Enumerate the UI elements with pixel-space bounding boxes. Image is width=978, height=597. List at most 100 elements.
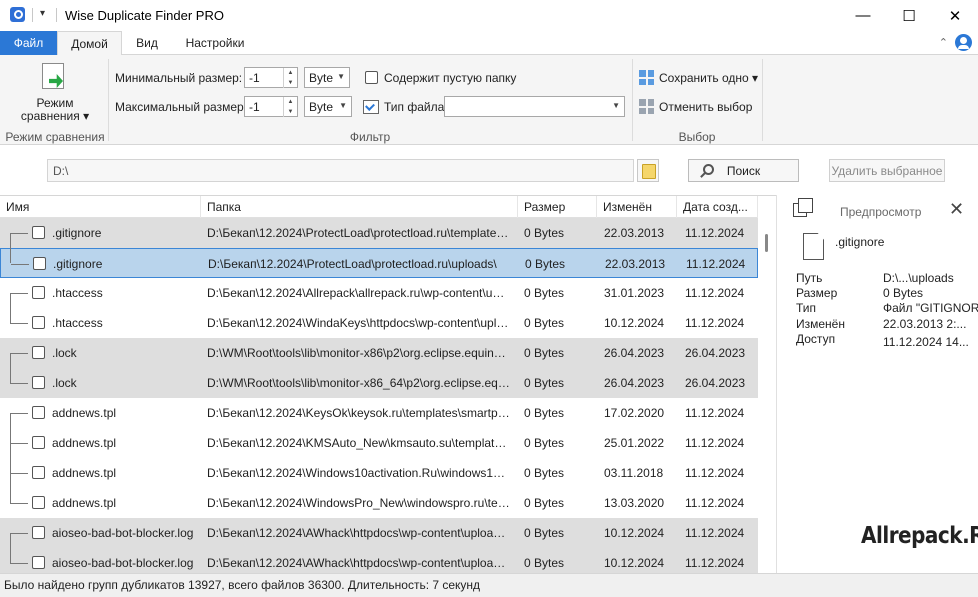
spin-down-icon[interactable]: ▼ — [283, 107, 297, 117]
column-header-created[interactable]: Дата созд... — [677, 196, 758, 218]
copy-icon[interactable] — [793, 198, 813, 217]
cell-size: 0 Bytes — [524, 526, 565, 540]
app-icon[interactable] — [10, 7, 25, 22]
tree-connector — [10, 413, 28, 414]
group-separator — [632, 59, 633, 141]
preview-value-path: D:\...\uploads — [883, 271, 954, 285]
scrollbar-thumb[interactable] — [765, 234, 768, 252]
compare-mode-icon[interactable] — [42, 63, 64, 89]
table-row[interactable]: .htaccess D:\Бекап\12.2024\WindaKeys\http… — [0, 308, 758, 338]
min-size-stepper[interactable]: -1 ▲ ▼ — [244, 67, 298, 88]
browse-folder-icon[interactable] — [637, 159, 659, 182]
cell-modified: 10.12.2024 — [604, 526, 665, 540]
tab-home[interactable]: Домой — [57, 31, 122, 56]
table-row[interactable]: aioseo-bad-bot-blocker.log D:\Бекап\12.20… — [0, 548, 758, 574]
row-checkbox[interactable] — [32, 226, 45, 239]
cell-size: 0 Bytes — [525, 257, 566, 271]
cell-modified: 17.02.2020 — [604, 406, 665, 420]
user-account-icon[interactable] — [955, 34, 972, 51]
spin-up-icon[interactable]: ▲ — [283, 68, 297, 78]
preview-close-icon[interactable]: ✕ — [949, 199, 964, 220]
deselect-button[interactable]: Отменить выбор — [639, 99, 752, 114]
deselect-icon — [639, 99, 654, 114]
table-row[interactable]: aioseo-bad-bot-blocker.log D:\Бекап\12.20… — [0, 518, 758, 548]
compare-mode-button[interactable]: Режим сравнения ▾ — [15, 97, 95, 123]
table-row[interactable]: .gitignore D:\Бекап\12.2024\ProtectLoad\p… — [0, 218, 758, 248]
max-size-stepper[interactable]: -1 ▲ ▼ — [244, 96, 298, 117]
table-row[interactable]: addnews.tpl D:\Бекап\12.2024\KMSAuto_New\… — [0, 428, 758, 458]
delete-selected-button[interactable]: Удалить выбранное — [829, 159, 945, 182]
search-icon — [703, 164, 714, 175]
tree-connector — [10, 503, 28, 504]
cell-folder: D:\Бекап\12.2024\WindowsPro_New\windowsp… — [207, 496, 510, 510]
vertical-scrollbar[interactable] — [758, 218, 776, 574]
table-row[interactable]: addnews.tpl D:\Бекап\12.2024\KeysOk\keyso… — [0, 398, 758, 428]
file-type-checkbox-icon[interactable] — [363, 100, 379, 114]
cell-created: 11.12.2024 — [686, 257, 746, 271]
row-checkbox[interactable] — [32, 346, 45, 359]
cell-size: 0 Bytes — [524, 346, 565, 360]
path-input[interactable]: D:\ — [47, 159, 634, 182]
row-checkbox[interactable] — [32, 316, 45, 329]
table-row[interactable]: addnews.tpl D:\Бекап\12.2024\WindowsPro_N… — [0, 488, 758, 518]
tab-settings[interactable]: Настройки — [178, 31, 252, 55]
maximize-button[interactable]: ☐ — [886, 0, 932, 31]
search-button[interactable]: Поиск — [688, 159, 799, 182]
row-checkbox[interactable] — [32, 406, 45, 419]
tab-view[interactable]: Вид — [130, 31, 164, 55]
max-size-unit-select[interactable]: Byte ▼ — [304, 96, 352, 117]
cell-created: 11.12.2024 — [685, 286, 745, 300]
watermark-text: Allrepack.Ru — [861, 521, 978, 549]
preview-key-type: Тип — [796, 301, 817, 315]
cell-folder: D:\Бекап\12.2024\ProtectLoad\protectload… — [208, 257, 497, 271]
column-header-size[interactable]: Размер — [518, 196, 597, 218]
column-header-folder[interactable]: Папка — [201, 196, 518, 218]
table-row[interactable]: .htaccess D:\Бекап\12.2024\Allrepack\allr… — [0, 278, 758, 308]
cell-size: 0 Bytes — [524, 286, 565, 300]
cell-folder: D:\Бекап\12.2024\AWhack\httpdocs\wp-cont… — [207, 526, 510, 540]
min-size-unit-value: Byte — [309, 71, 334, 85]
tree-connector — [10, 233, 28, 234]
empty-folder-checkbox[interactable] — [365, 71, 378, 84]
spin-down-icon[interactable]: ▼ — [283, 78, 297, 88]
row-checkbox[interactable] — [32, 286, 45, 299]
cell-name: .lock — [52, 346, 77, 360]
cell-created: 26.04.2023 — [685, 376, 746, 390]
preview-title: Предпросмотр — [840, 205, 922, 219]
keep-one-button[interactable]: Сохранить одно ▾ — [639, 70, 758, 85]
spin-up-icon[interactable]: ▲ — [283, 97, 297, 107]
chevron-down-icon: ▼ — [339, 101, 347, 110]
row-checkbox[interactable] — [32, 556, 45, 569]
cell-size: 0 Bytes — [524, 406, 565, 420]
table-row[interactable]: .gitignore D:\Бекап\12.2024\ProtectLoad\p… — [0, 248, 758, 278]
quick-access-dropdown-icon[interactable]: ▾ — [40, 8, 45, 19]
row-checkbox[interactable] — [32, 466, 45, 479]
column-header-modified[interactable]: Изменён — [597, 196, 677, 218]
close-button[interactable]: ✕ — [932, 0, 978, 31]
cell-created: 11.12.2024 — [685, 496, 745, 510]
preview-value-size: 0 Bytes — [883, 286, 924, 300]
column-header-name[interactable]: Имя — [0, 196, 201, 218]
table-row[interactable]: addnews.tpl D:\Бекап\12.2024\Windows10act… — [0, 458, 758, 488]
cell-folder: D:\Бекап\12.2024\KeysOk\keysok.ru\templa… — [207, 406, 510, 420]
table-row[interactable]: .lock D:\WM\Root\tools\lib\monitor-x86\p2… — [0, 338, 758, 368]
min-size-unit-select[interactable]: Byte ▼ — [304, 67, 350, 88]
tree-connector — [10, 353, 11, 383]
row-checkbox[interactable] — [33, 257, 46, 270]
row-checkbox[interactable] — [32, 496, 45, 509]
collapse-ribbon-icon[interactable]: ⌃ — [939, 36, 948, 49]
table-row[interactable]: .lock D:\WM\Root\tools\lib\monitor-x86_64… — [0, 368, 758, 398]
tree-connector — [10, 563, 28, 564]
row-checkbox[interactable] — [32, 526, 45, 539]
tree-connector — [10, 323, 28, 324]
minimize-button[interactable]: — — [840, 0, 886, 31]
preview-value-accessed: 11.12.2024 14... — [883, 335, 969, 349]
row-checkbox[interactable] — [32, 436, 45, 449]
tab-file[interactable]: Файл — [0, 31, 57, 55]
window-title: Wise Duplicate Finder PRO — [65, 8, 224, 23]
max-size-value: -1 — [249, 100, 260, 114]
deselect-label: Отменить выбор — [659, 99, 753, 114]
row-checkbox[interactable] — [32, 376, 45, 389]
chevron-down-icon: ▼ — [612, 101, 620, 110]
file-type-select[interactable]: ▼ — [444, 96, 625, 117]
